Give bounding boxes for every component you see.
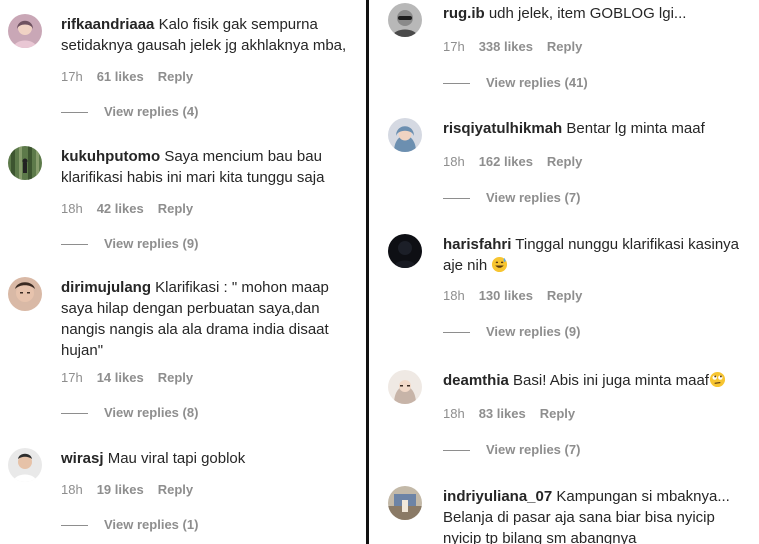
comment-time: 18h [443,154,465,169]
reply-button[interactable]: Reply [158,201,193,216]
replies-divider-line [443,332,470,334]
avatar[interactable] [8,14,42,48]
view-replies-button[interactable]: View replies (7) [443,442,580,457]
comment-time: 17h [61,370,83,385]
comment-body: rug.ib udh jelek, item GOBLOG lgi... [443,3,753,24]
avatar[interactable] [8,277,42,311]
comment-username[interactable]: harisfahri [443,236,511,253]
comment-username[interactable]: indriyuliana_07 [443,488,552,505]
likes-count[interactable]: 19 likes [97,482,144,497]
comment-username[interactable]: kukuhputomo [61,148,160,165]
eye-roll-emoji-icon [709,371,726,388]
view-replies-button[interactable]: View replies (41) [443,75,588,90]
comment-body: deamthia Basi! Abis ini juga minta maaf [443,370,753,391]
replies-divider-line [61,525,88,527]
likes-count[interactable]: 162 likes [479,154,533,169]
comment-text: Bentar lg minta maaf [566,120,705,137]
comment-meta: 18h 162 likes Reply [443,154,596,169]
comment-time: 18h [61,482,83,497]
comment-body: risqiyatulhikmah Bentar lg minta maaf [443,118,753,139]
likes-count[interactable]: 338 likes [479,39,533,54]
comment-username[interactable]: wirasj [61,450,104,467]
view-replies-button[interactable]: View replies (1) [61,517,198,532]
comment-username[interactable]: rifkaandriaaa [61,16,154,33]
comments-column-right: rug.ib udh jelek, item GOBLOG lgi... 17h… [371,0,759,544]
comment-meta: 17h 61 likes Reply [61,69,207,84]
comment-text: Basi! Abis ini juga minta maaf [513,372,709,389]
comment-body: indriyuliana_07 Kampungan si mbaknya... … [443,486,753,544]
view-replies-label: View replies (4) [104,104,199,119]
comment-body: kukuhputomo Saya mencium bau bau klarifi… [61,146,360,188]
likes-count[interactable]: 42 likes [97,201,144,216]
avatar[interactable] [388,118,422,152]
comment-meta: 18h 19 likes Reply [61,482,207,497]
comment-meta: 18h 83 likes Reply [443,406,589,421]
comment-time: 17h [443,39,465,54]
comment-body: wirasj Mau viral tapi goblok [61,448,360,469]
replies-divider-line [443,450,470,452]
view-replies-button[interactable]: View replies (7) [443,190,580,205]
comment-username[interactable]: rug.ib [443,5,485,22]
comment-time: 17h [61,69,83,84]
reply-button[interactable]: Reply [158,370,193,385]
sweat-smile-emoji-icon [491,256,508,273]
view-replies-label: View replies (1) [104,517,199,532]
view-replies-label: View replies (7) [486,442,581,457]
comments-screenshot: rifkaandriaaa Kalo fisik gak sempurna se… [0,0,759,544]
comments-column-left: rifkaandriaaa Kalo fisik gak sempurna se… [0,0,366,544]
comment-meta: 17h 14 likes Reply [61,370,207,385]
likes-count[interactable]: 83 likes [479,406,526,421]
view-replies-button[interactable]: View replies (4) [61,104,198,119]
comment-username[interactable]: risqiyatulhikmah [443,120,562,137]
comment-time: 18h [443,406,465,421]
view-replies-label: View replies (9) [486,324,581,339]
replies-divider-line [61,244,88,246]
likes-count[interactable]: 14 likes [97,370,144,385]
avatar[interactable] [388,370,422,404]
replies-divider-line [443,83,470,85]
avatar[interactable] [8,146,42,180]
comment-meta: 18h 42 likes Reply [61,201,207,216]
column-divider [366,0,369,544]
view-replies-button[interactable]: View replies (9) [443,324,580,339]
comment-body: rifkaandriaaa Kalo fisik gak sempurna se… [61,14,360,56]
reply-button[interactable]: Reply [158,482,193,497]
comment-body: dirimujulang Klarifikasi : " mohon maap … [61,277,360,361]
comment-username[interactable]: dirimujulang [61,279,151,296]
reply-button[interactable]: Reply [540,406,575,421]
replies-divider-line [61,112,88,114]
likes-count[interactable]: 130 likes [479,288,533,303]
comment-meta: 17h 338 likes Reply [443,39,596,54]
avatar[interactable] [388,234,422,268]
replies-divider-line [61,413,88,415]
likes-count[interactable]: 61 likes [97,69,144,84]
comment-text: udh jelek, item GOBLOG lgi... [488,5,687,22]
replies-divider-line [443,198,470,200]
view-replies-button[interactable]: View replies (9) [61,236,198,251]
avatar[interactable] [8,448,42,482]
comment-time: 18h [61,201,83,216]
view-replies-label: View replies (8) [104,405,199,420]
avatar[interactable] [388,3,422,37]
comment-body: harisfahri Tinggal nunggu klarifikasi ka… [443,234,753,276]
reply-button[interactable]: Reply [547,39,582,54]
view-replies-label: View replies (7) [486,190,581,205]
comment-meta: 18h 130 likes Reply [443,288,596,303]
view-replies-label: View replies (41) [486,75,588,90]
view-replies-button[interactable]: View replies (8) [61,405,198,420]
comment-text: Mau viral tapi goblok [107,450,246,467]
reply-button[interactable]: Reply [547,154,582,169]
reply-button[interactable]: Reply [158,69,193,84]
view-replies-label: View replies (9) [104,236,199,251]
reply-button[interactable]: Reply [547,288,582,303]
comment-username[interactable]: deamthia [443,372,509,389]
avatar[interactable] [388,486,422,520]
comment-time: 18h [443,288,465,303]
